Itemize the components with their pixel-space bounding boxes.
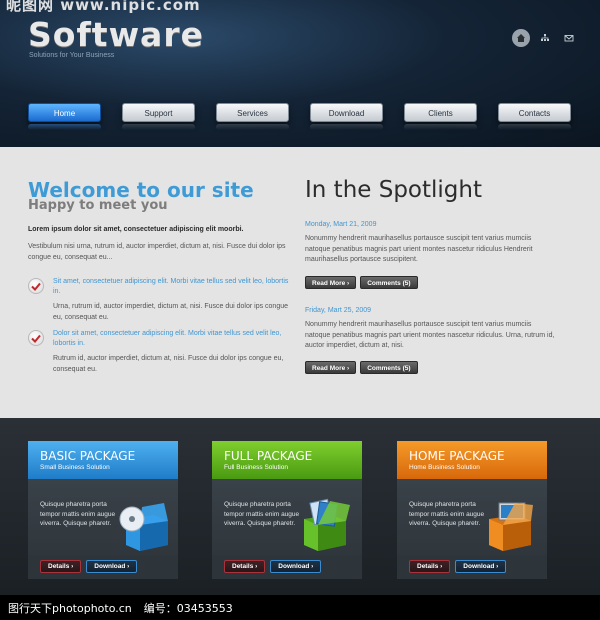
nav-clients[interactable]: Clients bbox=[404, 103, 477, 122]
comments-button[interactable]: Comments (5) bbox=[360, 361, 418, 374]
main-content: Welcome to our site Happy to meet you Lo… bbox=[0, 147, 600, 418]
spotlight-buttons: Read More › Comments (5) bbox=[305, 361, 418, 374]
feature-item-text: Urna, rutrum id, auctor imperdiet, dictu… bbox=[53, 303, 288, 321]
download-button[interactable]: Download › bbox=[270, 560, 322, 573]
sitemap-icon[interactable] bbox=[536, 29, 554, 47]
spotlight-title: In the Spotlight bbox=[305, 177, 482, 203]
box-disc-icon bbox=[114, 491, 172, 558]
details-button[interactable]: Details › bbox=[409, 560, 451, 573]
package-description: Quisque pharetra porta tempor mattis eni… bbox=[409, 501, 485, 527]
package-card-home: HOME PACKAGE Home Business Solution Quis… bbox=[397, 441, 547, 579]
download-button[interactable]: Download › bbox=[86, 560, 138, 573]
package-title: BASIC PACKAGE bbox=[40, 449, 136, 463]
home-icon[interactable] bbox=[512, 29, 530, 47]
watermark-top: 昵图网 www.nipic.com bbox=[6, 0, 201, 14]
package-footer: Details › Download › bbox=[212, 555, 362, 579]
check-icon bbox=[28, 330, 44, 346]
nav-reflection bbox=[28, 124, 571, 130]
site-tagline: Solutions for Your Business bbox=[29, 52, 115, 59]
package-description: Quisque pharetra porta tempor mattis eni… bbox=[224, 501, 300, 527]
package-subtitle: Full Business Solution bbox=[224, 464, 288, 471]
package-title: FULL PACKAGE bbox=[224, 449, 313, 463]
package-footer: Details › Download › bbox=[397, 555, 547, 579]
nav-home[interactable]: Home bbox=[28, 103, 101, 122]
read-more-button[interactable]: Read More › bbox=[305, 276, 357, 289]
package-subtitle: Home Business Solution bbox=[409, 464, 480, 471]
packages-section: BASIC PACKAGE Small Business Solution Qu… bbox=[0, 418, 600, 595]
package-subtitle: Small Business Solution bbox=[40, 464, 110, 471]
details-button[interactable]: Details › bbox=[40, 560, 82, 573]
spotlight-buttons: Read More › Comments (5) bbox=[305, 276, 418, 289]
welcome-subtitle: Happy to meet you bbox=[28, 198, 168, 213]
details-button[interactable]: Details › bbox=[224, 560, 266, 573]
watermark-bar: 图行天下photophoto.cn 编号：03453553 bbox=[0, 595, 600, 620]
comments-button[interactable]: Comments (5) bbox=[360, 276, 418, 289]
package-title: HOME PACKAGE bbox=[409, 449, 505, 463]
spotlight-item: Monday, Mart 21, 2009 Nonummy hendrerit … bbox=[305, 220, 555, 289]
welcome-paragraph: Vestibulum nisi urna, rutrum id, auctor … bbox=[28, 243, 286, 261]
package-card-full: FULL PACKAGE Full Business Solution Quis… bbox=[212, 441, 362, 579]
package-description: Quisque pharetra porta tempor mattis eni… bbox=[40, 501, 116, 527]
package-header: BASIC PACKAGE Small Business Solution bbox=[28, 441, 178, 479]
nav-contacts[interactable]: Contacts bbox=[498, 103, 571, 122]
feature-item-text: Rutrum id, auctor imperdiet, dictum at, … bbox=[53, 355, 284, 373]
package-body: Quisque pharetra porta tempor mattis eni… bbox=[397, 479, 547, 555]
spotlight-text: Nonummy hendrerit maurihasellus portausc… bbox=[305, 235, 533, 263]
nav-support[interactable]: Support bbox=[122, 103, 195, 122]
spotlight-date: Friday, Mart 25, 2009 bbox=[305, 307, 372, 314]
welcome-lead: Lorem ipsum dolor sit amet, consectetuer… bbox=[28, 226, 244, 233]
package-header: FULL PACKAGE Full Business Solution bbox=[212, 441, 362, 479]
watermark-bottom: 图行天下photophoto.cn 编号：03453553 bbox=[8, 600, 233, 616]
package-footer: Details › Download › bbox=[28, 555, 178, 579]
watermark-site: 图行天下photophoto.cn bbox=[8, 602, 132, 615]
box-files-icon bbox=[298, 491, 356, 558]
package-header: HOME PACKAGE Home Business Solution bbox=[397, 441, 547, 479]
package-body: Quisque pharetra porta tempor mattis eni… bbox=[212, 479, 362, 555]
main-nav: Home Support Services Download Clients C… bbox=[28, 103, 571, 122]
box-laptop-icon bbox=[483, 491, 541, 558]
site-header: 昵图网 www.nipic.com Software Solutions for… bbox=[0, 0, 600, 147]
site-logo[interactable]: Software bbox=[28, 15, 204, 54]
read-more-button[interactable]: Read More › bbox=[305, 361, 357, 374]
mail-icon[interactable] bbox=[560, 29, 578, 47]
nav-download[interactable]: Download bbox=[310, 103, 383, 122]
feature-item-title[interactable]: Sit amet, consectetuer adipiscing elit. … bbox=[53, 277, 293, 297]
check-icon bbox=[28, 278, 44, 294]
spotlight-item: Friday, Mart 25, 2009 Nonummy hendrerit … bbox=[305, 306, 555, 374]
download-button[interactable]: Download › bbox=[455, 560, 507, 573]
nav-services[interactable]: Services bbox=[216, 103, 289, 122]
feature-item-title[interactable]: Dolor sit amet, consectetuer adipiscing … bbox=[53, 329, 293, 349]
package-body: Quisque pharetra porta tempor mattis eni… bbox=[28, 479, 178, 555]
header-icons bbox=[512, 29, 578, 47]
spotlight-text: Nonummy hendrerit maurihasellus portausc… bbox=[305, 321, 555, 349]
package-card-basic: BASIC PACKAGE Small Business Solution Qu… bbox=[28, 441, 178, 579]
spotlight-date: Monday, Mart 21, 2009 bbox=[305, 221, 377, 228]
watermark-code: 编号：03453553 bbox=[143, 602, 233, 615]
